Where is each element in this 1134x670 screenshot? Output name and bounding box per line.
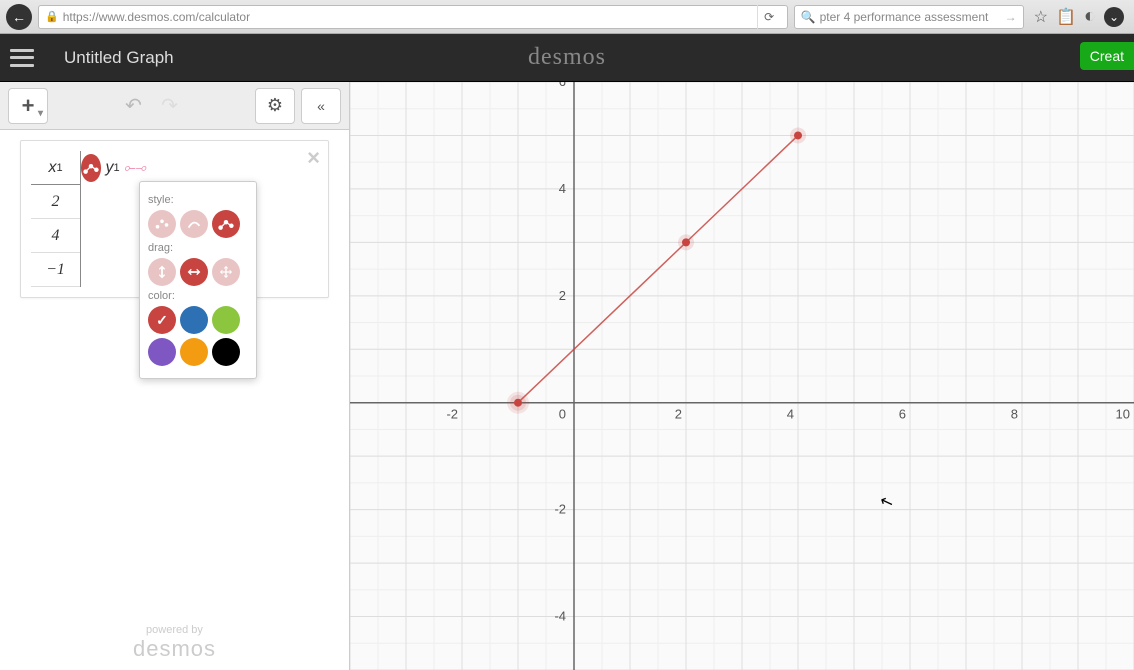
svg-text:-4: -4 — [554, 609, 566, 624]
sidebar-toolbar: + ↶ ↷ ⚙ « — [0, 82, 349, 130]
svg-text:4: 4 — [559, 181, 566, 196]
connect-icon: ⟜⊸ — [124, 159, 146, 176]
browser-toolbar: ← 🔒 https://www.desmos.com/calculator ⟳ … — [0, 0, 1134, 34]
table-cell[interactable]: 4 — [31, 219, 80, 253]
svg-text:-2: -2 — [446, 407, 458, 422]
search-icon: 🔍 — [801, 10, 816, 24]
svg-text:6: 6 — [899, 407, 906, 422]
powered-by: powered by desmos — [133, 624, 216, 662]
lock-icon: 🔒 — [45, 10, 59, 23]
drag-horizontal[interactable] — [180, 258, 208, 286]
reload-icon[interactable]: ⟳ — [757, 5, 781, 29]
menu-icon[interactable] — [10, 49, 34, 67]
color-label: color: — [148, 290, 248, 302]
style-line-only[interactable] — [180, 210, 208, 238]
add-expression-button[interactable]: + — [8, 88, 48, 124]
svg-text:-2: -2 — [554, 502, 566, 517]
table-header-x[interactable]: x1 — [31, 151, 80, 185]
svg-text:0: 0 — [559, 407, 566, 422]
undo-button[interactable]: ↶ — [119, 93, 149, 118]
collapse-sidebar-button[interactable]: « — [301, 88, 341, 124]
pocket-icon[interactable]: ⌄ — [1104, 7, 1124, 27]
style-points-line[interactable] — [212, 210, 240, 238]
color-blue[interactable] — [180, 306, 208, 334]
table-header-y[interactable]: y1 ⟜⊸ — [81, 151, 146, 185]
style-label: style: — [148, 194, 248, 206]
color-red[interactable]: ✓ — [148, 306, 176, 334]
addon-icon[interactable]: ◐ — [1084, 5, 1096, 28]
drag-label: drag: — [148, 242, 248, 254]
go-icon: → — [1005, 10, 1017, 24]
series-style-icon[interactable] — [81, 154, 101, 182]
drag-none[interactable] — [148, 258, 176, 286]
color-green[interactable] — [212, 306, 240, 334]
color-purple[interactable] — [148, 338, 176, 366]
table-cell[interactable]: −1 — [31, 253, 80, 287]
redo-button[interactable]: ↷ — [155, 93, 185, 118]
color-orange[interactable] — [180, 338, 208, 366]
color-black[interactable] — [212, 338, 240, 366]
expression-sidebar: + ↶ ↷ ⚙ « × x1 2 4 −1 — [0, 82, 350, 670]
graph-title[interactable]: Untitled Graph — [64, 48, 174, 68]
settings-button[interactable]: ⚙ — [255, 88, 295, 124]
style-popup: style: drag: color: ✓ — [139, 181, 257, 379]
svg-text:8: 8 — [1011, 407, 1018, 422]
browser-icons: ☆ 📋 ◐ ⌄ — [1030, 5, 1128, 28]
svg-text:4: 4 — [787, 407, 794, 422]
svg-text:2: 2 — [559, 288, 566, 303]
svg-text:10: 10 — [1116, 407, 1130, 422]
url-text: https://www.desmos.com/calculator — [63, 10, 250, 24]
star-icon[interactable]: ☆ — [1034, 7, 1048, 27]
search-text: pter 4 performance assessment — [820, 10, 989, 24]
graph-paper[interactable]: -4-2246810-4-22460 ↖ — [350, 82, 1134, 670]
table-cell[interactable]: 2 — [31, 185, 80, 219]
clipboard-icon[interactable]: 📋 — [1056, 7, 1076, 27]
style-points-only[interactable] — [148, 210, 176, 238]
back-button[interactable]: ← — [6, 4, 32, 30]
svg-text:2: 2 — [675, 407, 682, 422]
close-icon[interactable]: × — [307, 145, 320, 171]
svg-text:6: 6 — [559, 82, 566, 89]
expression-table[interactable]: × x1 2 4 −1 y1 ⟜⊸ — [20, 140, 329, 298]
app-header: Untitled Graph desmos Creat — [0, 34, 1134, 82]
create-account-button[interactable]: Creat — [1080, 42, 1134, 70]
drag-both[interactable] — [212, 258, 240, 286]
url-bar[interactable]: 🔒 https://www.desmos.com/calculator ⟳ — [38, 5, 788, 29]
desmos-logo: desmos — [528, 44, 606, 71]
search-bar[interactable]: 🔍 pter 4 performance assessment → — [794, 5, 1024, 29]
chart-plot[interactable]: -4-2246810-4-22460 — [350, 82, 1134, 670]
